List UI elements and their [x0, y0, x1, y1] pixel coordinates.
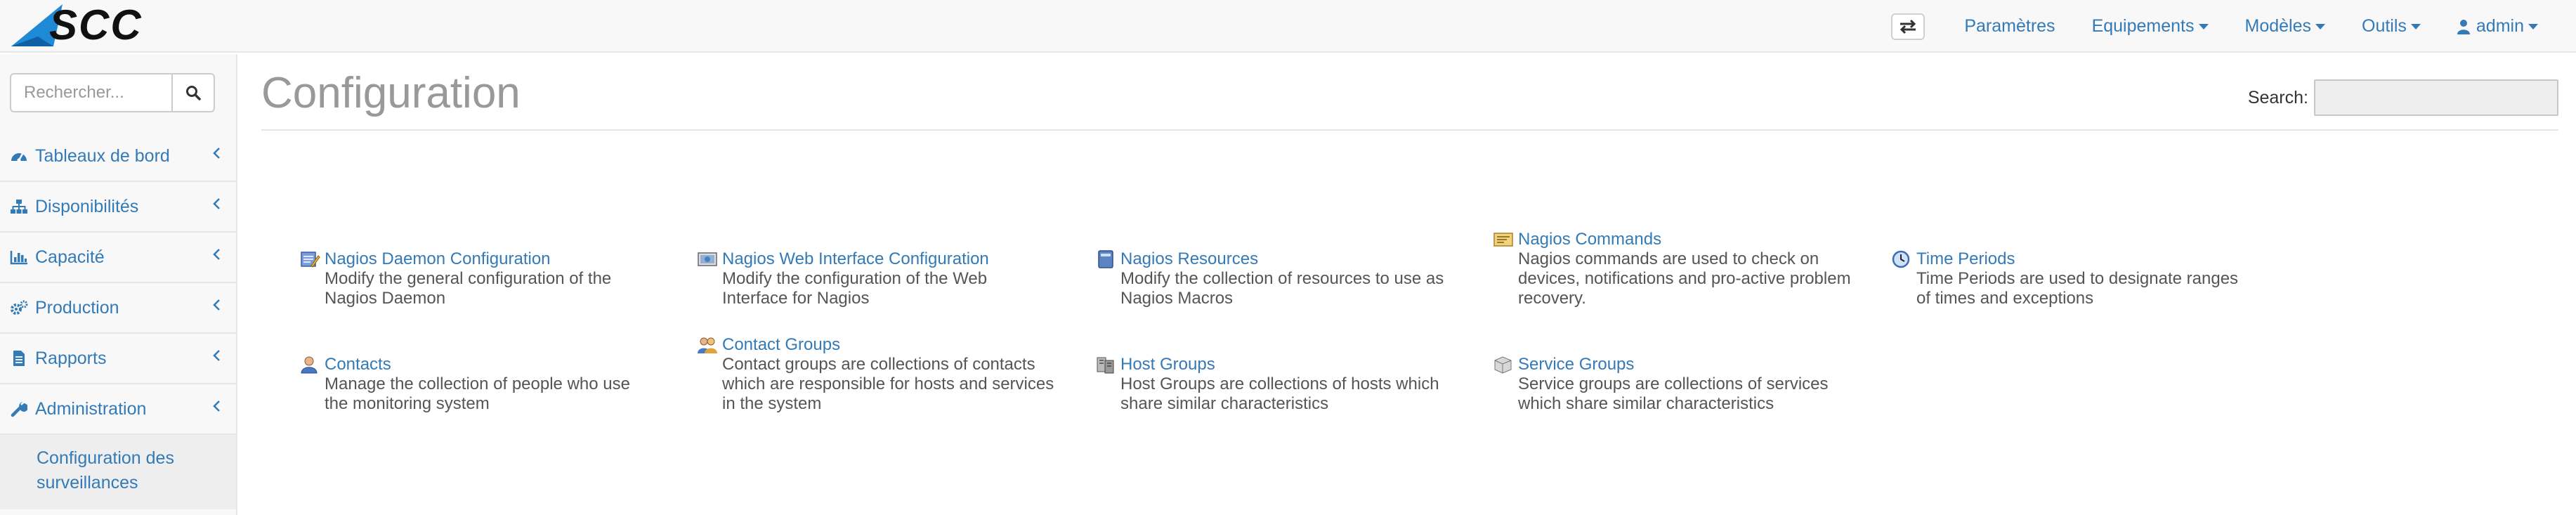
user-icon — [2457, 19, 2470, 34]
config-desc: Modify the collection of resources to us… — [1120, 269, 1444, 308]
config-item-service-groups: Service Groups Service groups are collec… — [1493, 355, 1851, 414]
config-item-commands: Nagios Commands Nagios commands are used… — [1493, 230, 1851, 308]
nav-user-label: admin — [2476, 16, 2524, 36]
sidebar-item-label: Administration — [35, 398, 147, 419]
sidebar-item-label: Capacité — [35, 247, 105, 267]
chevron-left-icon — [213, 148, 220, 159]
cogs-icon — [11, 300, 28, 315]
wrench-icon — [11, 402, 27, 417]
chevron-left-icon — [213, 249, 220, 260]
config-desc: Modify the configuration of the Web Inte… — [722, 269, 988, 308]
config-item-contacts: Contacts Manage the collection of people… — [299, 355, 658, 414]
sidebar-item-rapports[interactable]: Rapports — [0, 334, 236, 384]
config-item-resources: Nagios Resources Modify the collection o… — [1095, 249, 1453, 308]
sidebar-item-administration[interactable]: Administration — [0, 384, 236, 435]
config-link-time-periods[interactable]: Time Periods — [1916, 249, 2015, 269]
page-title: Configuration — [261, 69, 521, 117]
config-link-service-groups[interactable]: Service Groups — [1518, 355, 1634, 374]
chevron-left-icon — [213, 350, 220, 361]
sidebar-item-label: Rapports — [35, 348, 107, 368]
config-desc: Time Periods are used to designate range… — [1916, 269, 2239, 308]
sidebar-subitem-label: Configuration des surveillances — [37, 448, 174, 493]
search-icon — [186, 86, 201, 100]
config-item-contact-groups: Contact Groups Contact groups are collec… — [697, 335, 1055, 414]
sitemap-icon — [11, 200, 27, 214]
config-link-contacts[interactable]: Contacts — [325, 355, 391, 374]
title-divider — [261, 129, 2558, 131]
sidebar-subitem-configuration-surveillances[interactable]: Configuration des surveillances — [0, 435, 236, 509]
sidebar-search-button[interactable] — [171, 73, 215, 112]
navbar-menu: Paramètres Equipements Modèles Outils ad… — [1891, 0, 2556, 53]
nav-outils[interactable]: Outils — [2362, 16, 2421, 37]
sidebar-item-disponibilites[interactable]: Disponibilités — [0, 182, 236, 233]
nav-modeles-label: Modèles — [2244, 16, 2312, 36]
daemon-config-icon — [301, 252, 320, 268]
service-group-icon — [1494, 356, 1512, 374]
config-desc: Manage the collection of people who use … — [325, 374, 630, 413]
caret-down-icon — [2198, 23, 2209, 30]
clock-icon — [1892, 250, 1910, 268]
contact-person-icon — [301, 356, 318, 374]
brand-name: SCC — [49, 3, 143, 48]
navbar-toggle-button[interactable] — [1891, 13, 1926, 40]
config-desc: Nagios commands are used to check on dev… — [1518, 249, 1851, 308]
nav-outils-label: Outils — [2362, 16, 2407, 36]
brand-logo[interactable]: SCC — [10, 3, 200, 49]
sidebar-item-capacite[interactable]: Capacité — [0, 233, 236, 283]
config-link-resources[interactable]: Nagios Resources — [1120, 249, 1258, 269]
nav-parametres[interactable]: Paramètres — [1964, 16, 2055, 37]
config-item-web-interface: Nagios Web Interface Configuration Modif… — [697, 249, 1055, 308]
resources-book-icon — [1098, 250, 1113, 268]
host-group-icon — [1097, 357, 1114, 374]
sidebar: Tableaux de bord Disponibilités Capacité… — [0, 54, 237, 515]
sidebar-item-tableaux-de-bord[interactable]: Tableaux de bord — [0, 131, 236, 182]
config-item-daemon: Nagios Daemon Configuration Modify the g… — [299, 249, 658, 308]
sidebar-item-production[interactable]: Production — [0, 283, 236, 334]
search-label: Search: — [2247, 87, 2308, 107]
sidebar-search — [10, 73, 215, 112]
config-link-contact-groups[interactable]: Contact Groups — [722, 335, 840, 355]
sidebar-menu: Tableaux de bord Disponibilités Capacité… — [0, 131, 236, 509]
caret-down-icon — [2528, 23, 2538, 30]
config-item-time-periods: Time Periods Time Periods are used to de… — [1891, 249, 2249, 308]
main-search-input[interactable] — [2314, 79, 2558, 116]
nav-equipements-label: Equipements — [2091, 16, 2195, 36]
top-navbar: SCC Paramètres Equipements Modèles Outil… — [0, 0, 2576, 53]
chevron-left-icon — [213, 299, 220, 311]
config-link-daemon[interactable]: Nagios Daemon Configuration — [325, 249, 551, 269]
file-text-icon — [13, 351, 25, 366]
sidebar-search-input[interactable] — [10, 73, 171, 112]
chevron-left-icon — [213, 400, 220, 412]
nav-equipements[interactable]: Equipements — [2092, 16, 2209, 37]
swap-arrows-icon — [1900, 19, 1916, 34]
config-link-web-interface[interactable]: Nagios Web Interface Configuration — [722, 249, 989, 269]
nav-modeles[interactable]: Modèles — [2244, 16, 2325, 37]
nav-parametres-label: Paramètres — [1964, 16, 2055, 36]
config-desc: Contact groups are collections of contac… — [722, 355, 1054, 413]
contact-group-icon — [698, 337, 717, 353]
config-link-commands[interactable]: Nagios Commands — [1518, 230, 1661, 249]
commands-icon — [1493, 233, 1513, 247]
config-desc: Service groups are collections of servic… — [1518, 374, 1829, 413]
dashboard-icon — [11, 153, 27, 162]
main-search: Search: — [2248, 79, 2558, 116]
sidebar-item-label: Disponibilités — [35, 196, 139, 216]
config-desc: Host Groups are collections of hosts whi… — [1120, 374, 1439, 413]
config-desc: Modify the general configuration of the … — [325, 269, 612, 308]
bar-chart-icon — [10, 251, 27, 265]
sidebar-item-label: Production — [35, 297, 119, 318]
caret-down-icon — [2315, 23, 2325, 30]
web-interface-icon — [698, 252, 717, 266]
config-link-host-groups[interactable]: Host Groups — [1120, 355, 1215, 374]
config-item-host-groups: Host Groups Host Groups are collections … — [1095, 355, 1453, 414]
caret-down-icon — [2410, 23, 2421, 30]
nav-user-menu[interactable]: admin — [2457, 16, 2538, 37]
chevron-left-icon — [213, 198, 220, 209]
sidebar-item-label: Tableaux de bord — [35, 145, 170, 166]
